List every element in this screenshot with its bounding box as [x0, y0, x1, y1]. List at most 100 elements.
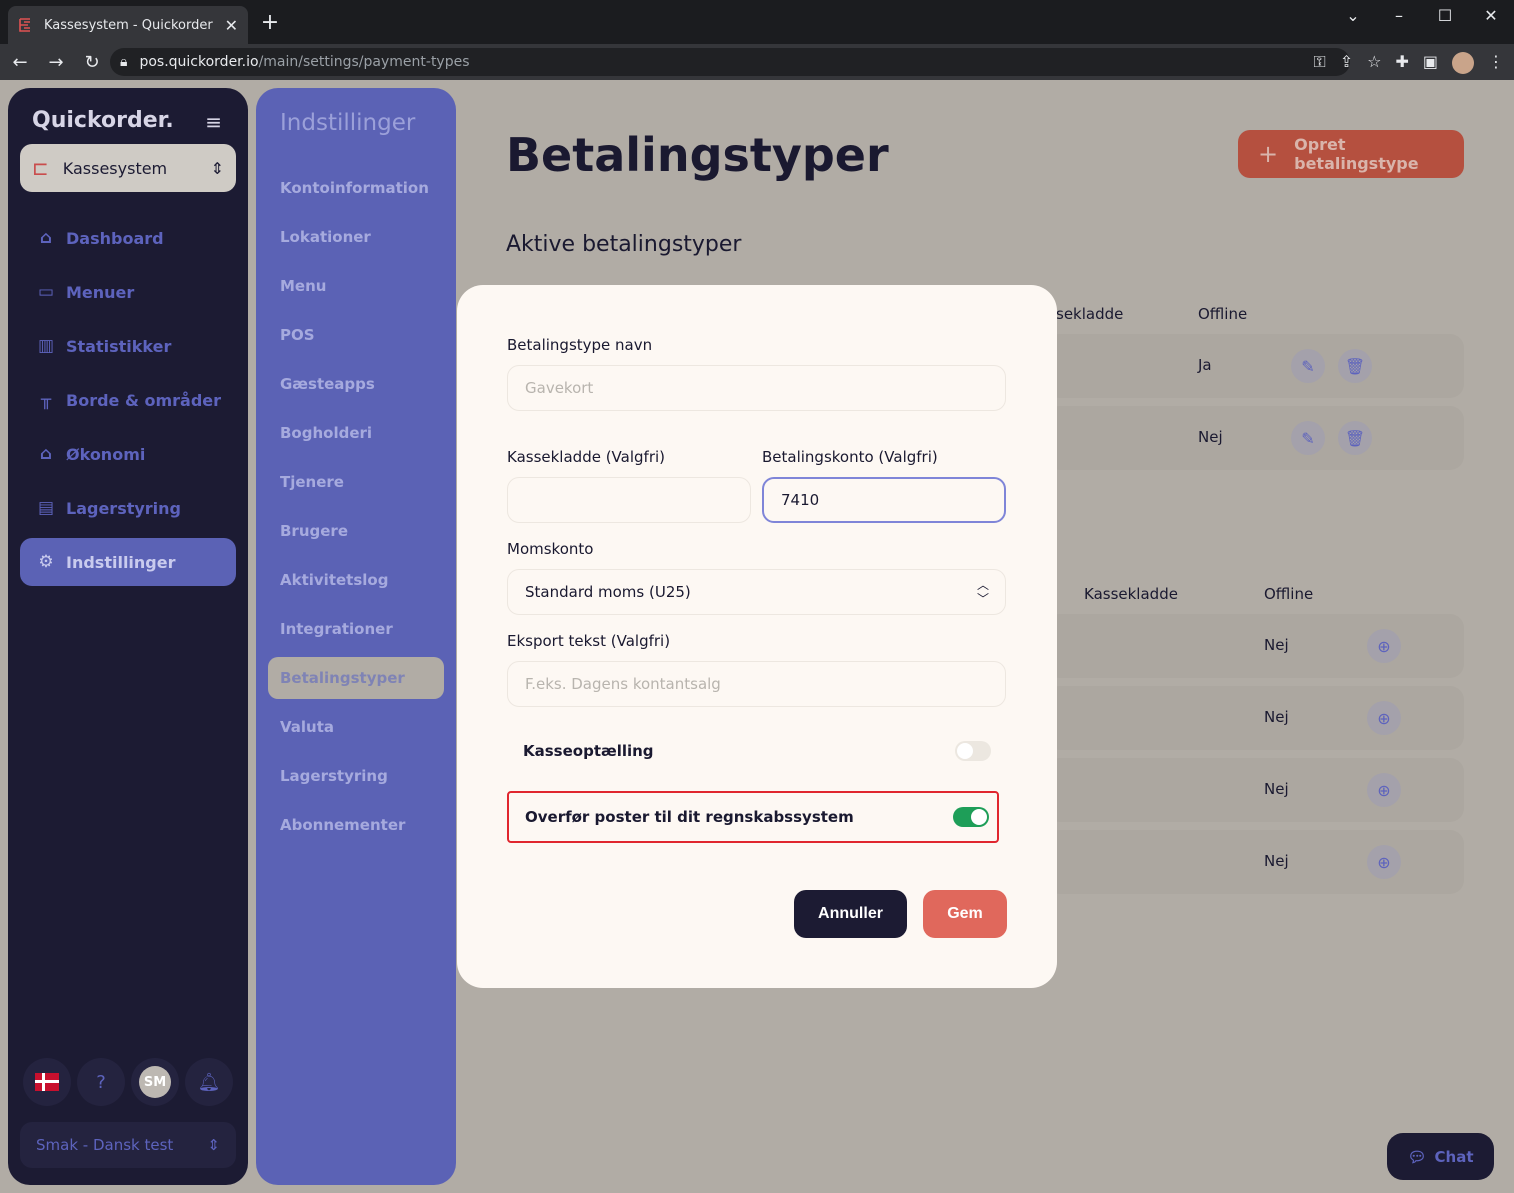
settings-item-pos[interactable]: POS: [268, 314, 444, 356]
settings-item-aktivitetslog[interactable]: Aktivitetslog: [268, 559, 444, 601]
page-title: Betalingstyper: [506, 128, 889, 182]
offline-value: Nej: [1198, 428, 1223, 446]
nav-label: Lagerstyring: [66, 498, 182, 518]
add-circle-icon[interactable]: ⊕: [1367, 773, 1401, 807]
chat-bubble-icon: 💬︎: [1407, 1147, 1427, 1166]
reload-icon[interactable]: ↻: [76, 52, 108, 73]
maximize-icon[interactable]: ☐: [1430, 6, 1460, 25]
chevron-updown-icon: ⇕: [207, 1136, 220, 1154]
add-circle-icon[interactable]: ⊕: [1367, 845, 1401, 879]
cash-count-row: Kasseoptælling: [507, 725, 999, 777]
add-circle-icon[interactable]: ⊕: [1367, 701, 1401, 735]
tab-search-icon[interactable]: ⌄: [1338, 6, 1368, 25]
tab-title: Kassesystem - Quickorder: [44, 17, 213, 33]
nav-menuer[interactable]: ▭ Menuer: [20, 268, 236, 316]
transfer-label: Overfør poster til dit regnskabssystem: [525, 808, 854, 826]
table-row: Nej ⊕: [1046, 614, 1464, 678]
system-switcher-label: Kassesystem: [62, 158, 168, 178]
profile-avatar[interactable]: [1452, 52, 1474, 74]
forward-icon[interactable]: →: [40, 52, 72, 73]
cash-count-label: Kasseoptælling: [523, 742, 654, 760]
archive-icon: ▤: [37, 498, 55, 518]
user-avatar-button[interactable]: SM: [131, 1058, 179, 1106]
key-icon[interactable]: ⚿: [1314, 52, 1326, 74]
back-icon[interactable]: ←: [4, 52, 36, 73]
nav-lagerstyring[interactable]: ▤ Lagerstyring: [20, 484, 236, 532]
payment-type-modal: Betalingstype navn Gavekort Kassekladde …: [457, 285, 1057, 988]
close-window-icon[interactable]: ✕: [1476, 6, 1506, 25]
nav-label: Økonomi: [66, 444, 146, 464]
edit-icon[interactable]: ✎: [1291, 421, 1325, 455]
star-icon[interactable]: ☆: [1367, 52, 1381, 74]
save-button[interactable]: Gem: [923, 890, 1007, 938]
gear-icon: ⚙: [38, 552, 54, 572]
extensions-icon[interactable]: ✚: [1395, 52, 1408, 74]
name-input[interactable]: Gavekort: [507, 365, 1006, 411]
create-payment-type-button[interactable]: + Opret betalingstype: [1238, 130, 1464, 178]
minimize-icon[interactable]: –: [1384, 6, 1414, 25]
primary-sidebar: Quickorder. ≡ ⊏ Kassesystem ⇕ ⌂ Dashboard…: [8, 88, 248, 1185]
notifications-button[interactable]: 🔔︎: [185, 1058, 233, 1106]
column-header-cash: Kassekladde: [1084, 585, 1178, 603]
table-row: Nej ⊕: [1046, 830, 1464, 894]
cash-count-toggle[interactable]: [955, 741, 991, 761]
nav-indstillinger[interactable]: ⚙ Indstillinger: [20, 538, 236, 586]
name-label: Betalingstype navn: [507, 336, 653, 354]
transfer-toggle[interactable]: [953, 807, 989, 827]
chat-button[interactable]: 💬︎ Chat: [1387, 1133, 1494, 1180]
table-icon: ╥: [40, 390, 52, 410]
browser-tab[interactable]: Kassesystem - Quickorder ✕: [8, 6, 248, 44]
settings-item-integrationer[interactable]: Integrationer: [268, 608, 444, 650]
settings-item-valuta[interactable]: Valuta: [268, 706, 444, 748]
organization-switcher[interactable]: Smak - Dansk test ⇕: [20, 1122, 236, 1168]
danish-flag-icon: [35, 1073, 59, 1091]
settings-item-kontoinformation[interactable]: Kontoinformation: [268, 167, 444, 209]
transfer-row: Overfør poster til dit regnskabssystem: [507, 791, 999, 843]
close-tab-icon[interactable]: ✕: [225, 16, 238, 35]
add-circle-icon[interactable]: ⊕: [1367, 629, 1401, 663]
vat-select[interactable]: Standard moms (U25) ︿ ﹀: [507, 569, 1006, 615]
collapse-sidebar-icon[interactable]: ≡: [205, 110, 222, 134]
settings-item-tjenere[interactable]: Tjenere: [268, 461, 444, 503]
cash-input[interactable]: [507, 477, 751, 523]
export-input[interactable]: F.eks. Dagens kontantsalg: [507, 661, 1006, 707]
share-icon[interactable]: ⇪: [1340, 52, 1353, 74]
nav-okonomi[interactable]: ⌂ Økonomi: [20, 430, 236, 478]
address-bar[interactable]: 🔒︎ pos.quickorder.io /main/settings/paym…: [110, 48, 1350, 76]
nav-dashboard[interactable]: ⌂ Dashboard: [20, 214, 236, 262]
browser-tabbar: Kassesystem - Quickorder ✕ + ⌄ – ☐ ✕: [0, 0, 1514, 44]
new-tab-icon[interactable]: +: [258, 10, 282, 35]
settings-item-brugere[interactable]: Brugere: [268, 510, 444, 552]
offline-value: Nej: [1264, 780, 1289, 798]
bank-icon: ⌂: [39, 444, 53, 464]
table-row: Nej ✎ 🗑︎: [1046, 406, 1464, 470]
settings-item-gaesteapps[interactable]: Gæsteapps: [268, 363, 444, 405]
nav-borde[interactable]: ╥ Borde & områder: [20, 376, 236, 424]
settings-item-menu[interactable]: Menu: [268, 265, 444, 307]
side-panel-icon[interactable]: ▣: [1423, 52, 1438, 74]
edit-icon[interactable]: ✎: [1291, 349, 1325, 383]
trash-icon[interactable]: 🗑︎: [1338, 349, 1372, 383]
settings-item-lokationer[interactable]: Lokationer: [268, 216, 444, 258]
vat-select-value: Standard moms (U25): [525, 583, 691, 601]
cancel-button[interactable]: Annuller: [794, 890, 907, 938]
account-input[interactable]: 7410: [762, 477, 1006, 523]
settings-item-bogholderi[interactable]: Bogholderi: [268, 412, 444, 454]
table-row: Ja ✎ 🗑︎: [1046, 334, 1464, 398]
help-button[interactable]: ?: [77, 1058, 125, 1106]
organization-label: Smak - Dansk test: [36, 1136, 174, 1154]
settings-item-abonnementer[interactable]: Abonnementer: [268, 804, 444, 846]
settings-item-lagerstyring[interactable]: Lagerstyring: [268, 755, 444, 797]
nav-statistikker[interactable]: ▥ Statistikker: [20, 322, 236, 370]
offline-value: Nej: [1264, 852, 1289, 870]
offline-value: Nej: [1264, 708, 1289, 726]
trash-icon[interactable]: 🗑︎: [1338, 421, 1372, 455]
nav-label: Menuer: [66, 282, 135, 302]
language-button[interactable]: [23, 1058, 71, 1106]
lock-icon: 🔒︎: [120, 54, 128, 70]
vat-label: Momskonto: [507, 540, 594, 558]
nav-label: Indstillinger: [66, 552, 176, 572]
settings-item-betalingstyper[interactable]: Betalingstyper: [268, 657, 444, 699]
menu-icon[interactable]: ⋮: [1488, 52, 1504, 74]
system-switcher[interactable]: ⊏ Kassesystem ⇕: [20, 144, 236, 192]
